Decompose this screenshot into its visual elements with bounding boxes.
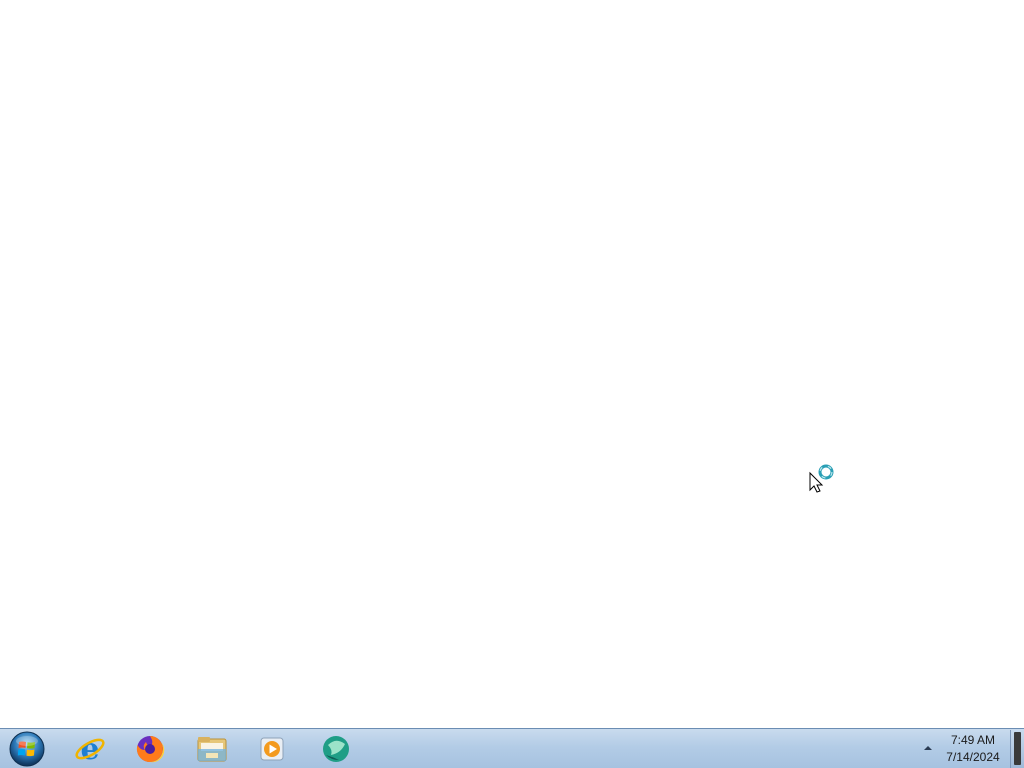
system-clock[interactable]: 7:49 AM 7/14/2024: [938, 732, 1008, 766]
show-hidden-icons-button[interactable]: [921, 741, 935, 755]
show-desktop-button[interactable]: [1010, 730, 1024, 768]
firefox-icon: [136, 735, 165, 762]
taskbar-windows-explorer[interactable]: [186, 730, 238, 767]
teal-app-icon: [323, 735, 349, 762]
taskbar-internet-explorer[interactable]: e: [64, 730, 116, 767]
taskbar-media-player[interactable]: [246, 730, 298, 767]
internet-explorer-icon: e: [75, 732, 105, 766]
windows-start-orb-icon: [9, 731, 45, 767]
clock-time: 7:49 AM: [950, 733, 996, 747]
desktop[interactable]: [0, 0, 1024, 728]
media-player-icon: [260, 737, 284, 760]
show-hidden-icons-chevron: [924, 746, 932, 750]
taskbar-teal-app[interactable]: [310, 730, 362, 767]
taskbar: e 7:49 AM 7/14/2024: [0, 728, 1024, 768]
svg-text:e: e: [80, 732, 99, 766]
clock-date: 7/14/2024: [946, 750, 1000, 764]
start-button[interactable]: [6, 730, 48, 768]
file-explorer-icon: [197, 736, 227, 761]
busy-cursor-icon: [809, 464, 834, 493]
taskbar-firefox[interactable]: [124, 730, 176, 767]
